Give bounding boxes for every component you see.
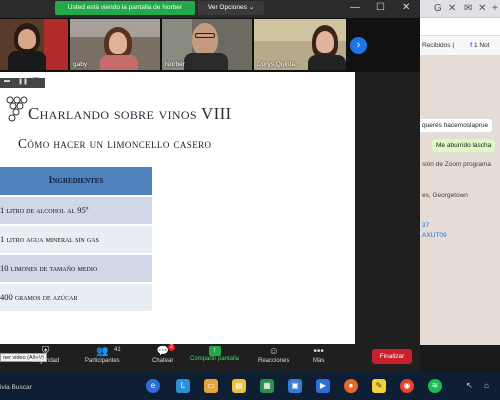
chat-message: Me aburrido lascha bbox=[432, 139, 496, 152]
zoom-window: Usted está viendo la pantalla de Norber … bbox=[0, 0, 420, 372]
bookmarks-bar: Recibidos ( f 1 Not bbox=[418, 36, 500, 56]
table-header: Ingredientes bbox=[0, 167, 152, 195]
sticky-notes-icon[interactable]: ✎ bbox=[372, 379, 386, 393]
pause-share-icon[interactable]: ❚❚ bbox=[18, 78, 28, 85]
participant-name: Norber bbox=[165, 61, 185, 68]
participant-tile[interactable]: gaby bbox=[70, 19, 160, 70]
end-meeting-button[interactable]: Finalizar bbox=[372, 349, 412, 364]
screen-share-banner: Usted está viendo la pantalla de Norber bbox=[55, 1, 195, 15]
smiley-icon: ☺ bbox=[268, 346, 279, 357]
shield-icon: ⛨ bbox=[41, 346, 50, 357]
folder-icon[interactable]: ▭ bbox=[204, 379, 218, 393]
chat-badge: 2 bbox=[168, 344, 175, 351]
app-l-icon[interactable]: L bbox=[176, 379, 190, 393]
cursor-icon: ↖ bbox=[466, 381, 473, 390]
table-row: 1 litro de alcohol al 95º bbox=[0, 195, 152, 224]
windows-taskbar: ivia Buscar e L ▭ ▤ ▦ ▣ ▶ ● ✎ ◉ ≋ ↖ ⌂ bbox=[0, 372, 500, 400]
spotify-icon[interactable]: ≋ bbox=[428, 379, 442, 393]
participant-name: gaby bbox=[73, 61, 88, 68]
background-browser-window: G ✕ ✉ ✕ + Recibidos ( f 1 Not querés hac… bbox=[418, 0, 500, 345]
maximize-icon[interactable]: ☐ bbox=[376, 2, 385, 14]
new-tab-icon[interactable]: + bbox=[492, 3, 498, 14]
firefox-icon[interactable]: ● bbox=[344, 379, 358, 393]
ingredients-table: Ingredientes 1 litro de alcohol al 95º 1… bbox=[0, 167, 152, 311]
chat-link[interactable]: AXUT09 bbox=[418, 229, 451, 242]
participant-count: 41 bbox=[114, 347, 121, 353]
chat-message: es, Georgetown bbox=[422, 192, 468, 199]
spreadsheet-icon[interactable]: ▦ bbox=[260, 379, 274, 393]
meeting-toolbar: ner video (Alt+V) ⛨ Seguridad 👥 Particip… bbox=[0, 344, 420, 372]
more-dots-icon: ••• bbox=[313, 346, 324, 357]
network-icon[interactable]: ⌂ bbox=[484, 381, 489, 390]
minimize-share-icon[interactable]: ▬ bbox=[4, 78, 10, 84]
tab-close-icon[interactable]: ✕ bbox=[478, 3, 486, 14]
participant-thumbnail-strip: gaby Norber Dorys Quinta... › bbox=[0, 18, 420, 72]
share-arrow-icon: ↑ bbox=[208, 346, 221, 356]
browser-tab-strip: G ✕ ✉ ✕ + bbox=[418, 0, 500, 18]
annotation-mini-controls: ▬ ❚❚ ⬛ bbox=[0, 78, 45, 88]
calculator-icon[interactable]: ▣ bbox=[288, 379, 302, 393]
participant-tile[interactable] bbox=[0, 19, 68, 70]
share-screen-button[interactable]: ↑ Compartir pantalla bbox=[190, 346, 239, 362]
files-icon[interactable]: ▤ bbox=[232, 379, 246, 393]
zoom-title-bar: Usted está viendo la pantalla de Norber … bbox=[0, 0, 420, 18]
view-options-button[interactable]: Ver Opciones ⌄ bbox=[198, 1, 264, 15]
shared-screen-slide: Charlando sobre vinos VIII Cómo hacer un… bbox=[0, 72, 355, 344]
participant-name: Dorys Quinta... bbox=[257, 61, 301, 68]
bookmark-facebook[interactable]: f 1 Not bbox=[470, 42, 490, 49]
table-row: 400 gramos de azúcar bbox=[0, 282, 152, 311]
screen: G ✕ ✉ ✕ + Recibidos ( f 1 Not querés hac… bbox=[0, 0, 500, 400]
slide-subtitle: Cómo hacer un limoncello casero bbox=[18, 136, 212, 151]
address-bar[interactable] bbox=[418, 18, 500, 36]
participant-tile[interactable]: Dorys Quinta... bbox=[254, 19, 346, 70]
slide-title: Charlando sobre vinos VIII bbox=[28, 104, 232, 123]
search-box-label[interactable]: ivia Buscar bbox=[0, 384, 32, 391]
whatsapp-chat: querés hacemoslaprue Me aburrido lascha … bbox=[418, 56, 500, 345]
edge-icon[interactable]: e bbox=[146, 379, 160, 393]
chat-message: querés hacemoslaprue bbox=[418, 119, 493, 132]
tab-close-icon[interactable]: ✕ bbox=[448, 3, 456, 14]
more-button[interactable]: ••• Más bbox=[313, 346, 324, 364]
zoom-taskbar-icon[interactable]: ▶ bbox=[316, 379, 330, 393]
table-row: 10 limones de tamaño medio bbox=[0, 253, 152, 282]
google-icon[interactable]: G bbox=[434, 3, 442, 14]
reactions-button[interactable]: ☺ Reacciones bbox=[258, 346, 289, 364]
close-icon[interactable]: ✕ bbox=[402, 2, 410, 14]
chat-message: sión de Zoom programa bbox=[422, 161, 492, 168]
participant-tile[interactable]: Norber bbox=[162, 19, 252, 70]
minimize-icon[interactable]: — bbox=[350, 2, 360, 14]
chrome-icon[interactable]: ◉ bbox=[400, 379, 414, 393]
security-button[interactable]: ⛨ Seguridad bbox=[32, 346, 59, 364]
next-page-icon[interactable]: › bbox=[350, 37, 367, 54]
table-row: 1 litro agua mineral sin gas bbox=[0, 224, 152, 253]
stop-share-icon[interactable]: ⬛ bbox=[32, 78, 39, 85]
bookmark-recibidos[interactable]: Recibidos ( bbox=[422, 42, 455, 49]
gmail-icon[interactable]: ✉ bbox=[464, 3, 472, 14]
